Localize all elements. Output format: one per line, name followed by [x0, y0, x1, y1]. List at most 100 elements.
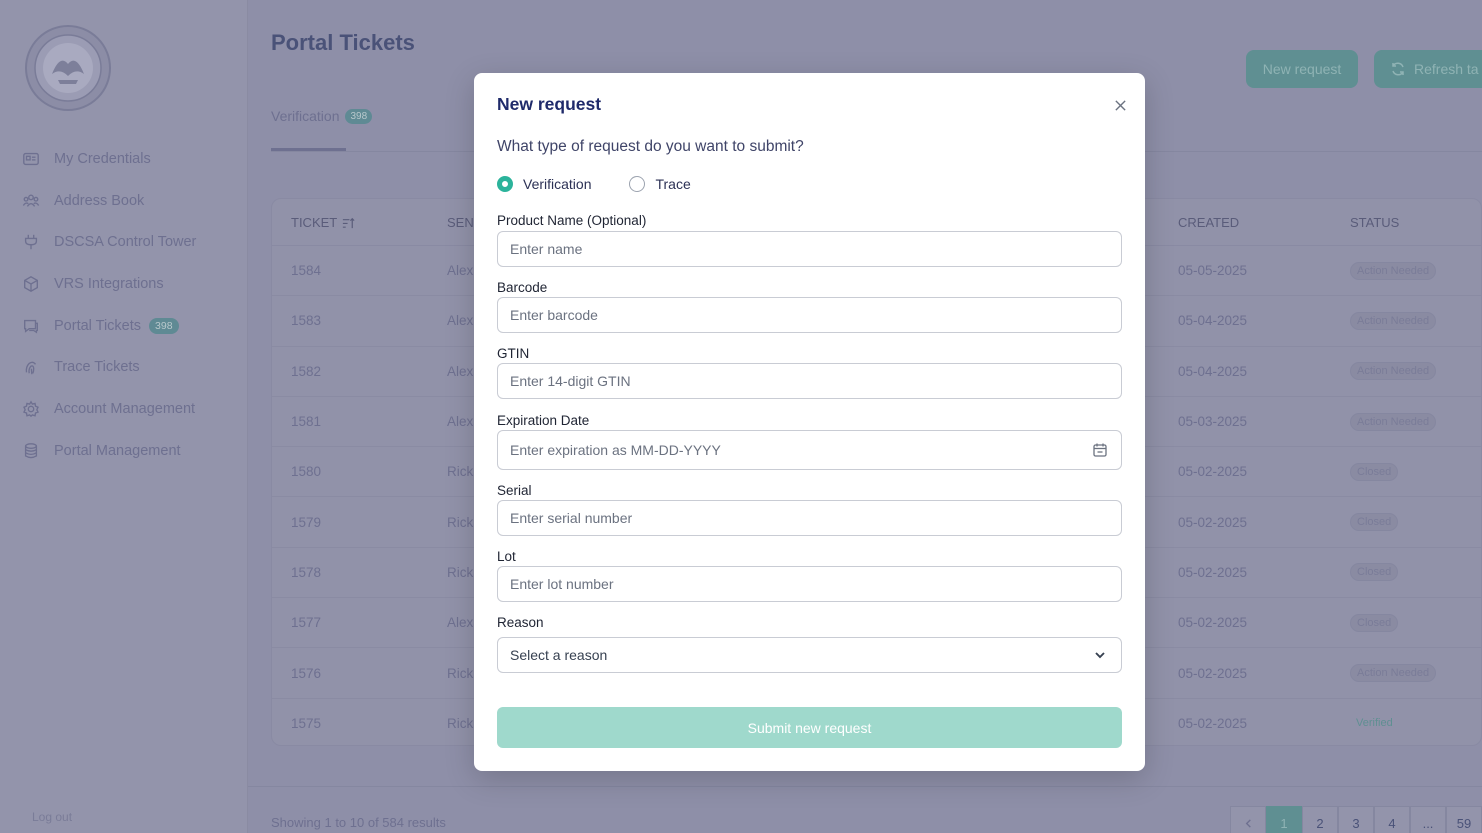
- sidebar-item-label: Account Management: [54, 400, 196, 417]
- sender-name: Alex: [447, 313, 474, 329]
- sender-name: Alex: [447, 363, 474, 379]
- status-cell: Closed: [1350, 447, 1399, 496]
- status-cell: Closed: [1350, 548, 1399, 597]
- sidebar-item-dscsa-control-tower[interactable]: DSCSA Control Tower: [20, 221, 240, 263]
- tab-verification[interactable]: Verification 398: [271, 108, 373, 124]
- sidebar-item-label: VRS Integrations: [54, 275, 164, 292]
- results-summary: Showing 1 to 10 of 584 results: [271, 815, 446, 830]
- refresh-icon: [1392, 62, 1404, 76]
- created-date: 05-02-2025: [1178, 715, 1248, 731]
- refresh-label: Refresh ta: [1414, 61, 1479, 77]
- logout-link[interactable]: Log out: [32, 810, 72, 824]
- status-badge: Action Needed: [1350, 311, 1437, 330]
- status-badge: Action Needed: [1350, 412, 1437, 431]
- serial-label: Serial: [497, 483, 532, 498]
- sidebar-item-label: Trace Tickets: [54, 359, 140, 376]
- status-badge: Closed: [1350, 563, 1399, 582]
- sidebar-item-account-management[interactable]: Account Management: [20, 388, 240, 430]
- calendar-icon[interactable]: [1092, 441, 1109, 459]
- status-badge: Action Needed: [1350, 261, 1437, 280]
- lot-label: Lot: [497, 549, 516, 564]
- count-badge: 398: [345, 108, 373, 124]
- reason-selected-value: Select a reason: [510, 647, 608, 663]
- status-cell: Closed: [1350, 598, 1399, 647]
- database-icon: [20, 440, 42, 462]
- product-name-input[interactable]: [510, 241, 1109, 257]
- sidebar-item-vrs-integrations[interactable]: VRS Integrations: [20, 263, 240, 305]
- barcode-label: Barcode: [497, 280, 548, 295]
- chat-icon: [20, 315, 42, 337]
- close-icon: [1114, 99, 1126, 111]
- status-badge: Closed: [1350, 462, 1399, 481]
- ticket-id: 1584: [291, 263, 322, 279]
- ticket-id: 1577: [291, 615, 322, 631]
- radio-verification[interactable]: [497, 176, 513, 192]
- request-type-radio-group: Verification Trace: [497, 176, 729, 192]
- gtin-input[interactable]: [510, 373, 1109, 389]
- status-badge: Closed: [1350, 513, 1399, 532]
- status-cell: Action Needed: [1350, 347, 1437, 396]
- page-button[interactable]: 1: [1266, 806, 1302, 833]
- status-cell: Action Needed: [1350, 648, 1437, 697]
- submit-new-request-button[interactable]: Submit new request: [497, 707, 1122, 748]
- created-date: 05-04-2025: [1178, 313, 1248, 329]
- page-button[interactable]: 3: [1338, 806, 1374, 833]
- sidebar-item-portal-tickets[interactable]: Portal Tickets 398: [20, 305, 240, 347]
- refresh-table-button[interactable]: Refresh ta: [1374, 50, 1482, 88]
- column-header-status[interactable]: STATUS: [1350, 199, 1399, 245]
- plug-icon: [20, 231, 42, 253]
- sidebar-item-portal-management[interactable]: Portal Management: [20, 430, 240, 472]
- expiration-date-input[interactable]: [510, 442, 1092, 458]
- status-badge: Action Needed: [1350, 664, 1437, 683]
- sidebar-nav: My Credentials Address Book DSCSA Contro…: [20, 138, 240, 472]
- gtin-label: GTIN: [497, 346, 530, 361]
- column-header-label: TICKET: [291, 214, 338, 230]
- ticket-id: 1580: [291, 464, 322, 480]
- serial-input[interactable]: [510, 510, 1109, 526]
- close-button[interactable]: [1110, 95, 1130, 115]
- status-cell: Action Needed: [1350, 296, 1437, 345]
- created-date: 05-02-2025: [1178, 464, 1248, 480]
- page-button[interactable]: 59: [1446, 806, 1482, 833]
- gtin-field[interactable]: [497, 363, 1122, 399]
- sidebar-item-my-credentials[interactable]: My Credentials: [20, 138, 240, 180]
- column-header-ticket[interactable]: TICKET: [291, 199, 356, 245]
- sidebar-item-trace-tickets[interactable]: Trace Tickets: [20, 346, 240, 388]
- barcode-field[interactable]: [497, 297, 1122, 333]
- new-request-button[interactable]: New request: [1246, 50, 1358, 88]
- reason-select[interactable]: Select a reason: [497, 637, 1122, 673]
- expiration-date-field[interactable]: [497, 430, 1122, 470]
- chevron-left-icon: [1245, 818, 1251, 828]
- expiration-date-label: Expiration Date: [497, 413, 590, 428]
- status-badge: Verified: [1356, 717, 1393, 730]
- column-header-created[interactable]: CREATED: [1178, 199, 1239, 245]
- barcode-input[interactable]: [510, 307, 1109, 323]
- ticket-id: 1583: [291, 313, 322, 329]
- product-name-field[interactable]: [497, 231, 1122, 267]
- column-header-sender[interactable]: SEN: [447, 199, 474, 245]
- lot-field[interactable]: [497, 566, 1122, 602]
- fingerprint-icon: [20, 356, 42, 378]
- created-date: 05-02-2025: [1178, 665, 1248, 681]
- sender-name: Rick: [447, 564, 474, 580]
- status-badge: Action Needed: [1350, 362, 1437, 381]
- ticket-id: 1575: [291, 715, 322, 731]
- reason-label: Reason: [497, 615, 544, 630]
- page-button[interactable]: 4: [1374, 806, 1410, 833]
- footer-divider: [248, 786, 1482, 787]
- state-seal-logo: [25, 25, 111, 111]
- lot-input[interactable]: [510, 576, 1109, 592]
- radio-trace[interactable]: [629, 176, 646, 192]
- sidebar-item-address-book[interactable]: Address Book: [20, 180, 240, 222]
- id-card-icon: [20, 148, 42, 170]
- product-name-label: Product Name (Optional): [497, 213, 647, 228]
- page-button[interactable]: 2: [1302, 806, 1338, 833]
- tab-label: Verification: [271, 108, 340, 124]
- sort-asc-icon: [343, 217, 355, 228]
- radio-label: Trace: [655, 176, 691, 192]
- serial-field[interactable]: [497, 500, 1122, 536]
- sender-name: Rick: [447, 715, 474, 731]
- prev-page-button[interactable]: [1230, 806, 1266, 833]
- created-date: 05-04-2025: [1178, 363, 1248, 379]
- new-request-modal: New request What type of request do you …: [474, 73, 1145, 771]
